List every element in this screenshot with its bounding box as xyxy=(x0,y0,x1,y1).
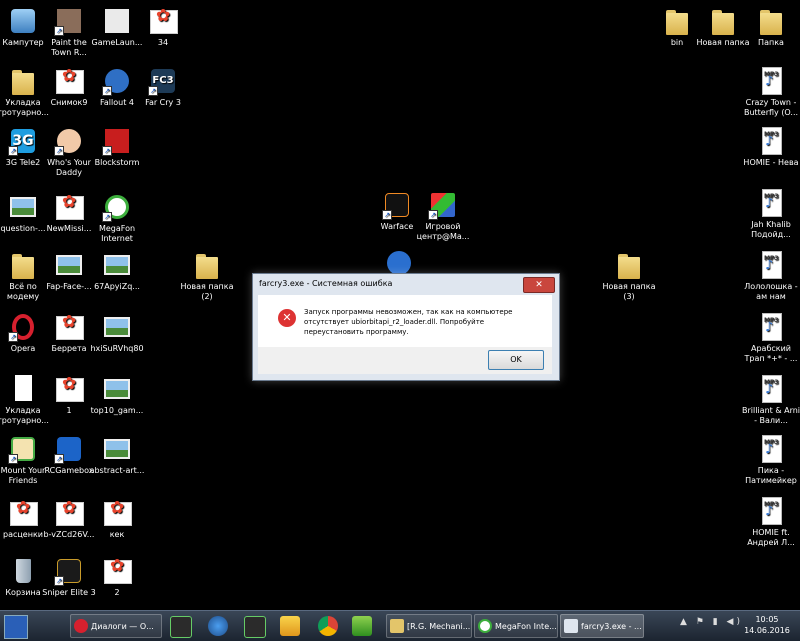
megafon-icon: ↗ xyxy=(102,192,132,222)
close-button[interactable]: ✕ xyxy=(523,277,555,293)
desktop-icon-top10[interactable]: top10_gam... xyxy=(88,374,146,416)
desktop-icon-novaya-papka-2[interactable]: Новая папка (2) xyxy=(178,250,236,302)
recycle-bin-icon xyxy=(8,556,38,586)
desktop-icon-pika[interactable]: MP3 ♪ Пика - Патимейкер xyxy=(742,434,800,486)
folder-icon xyxy=(614,250,644,280)
desktop-icon-34[interactable]: 34 xyxy=(134,6,192,48)
system-tray[interactable]: ▲ ⚑ ▮ ◀) xyxy=(680,617,743,627)
taskbar-task-dialogi[interactable]: Диалоги — О... xyxy=(70,614,162,638)
folder-icon xyxy=(390,619,404,633)
image-file-icon xyxy=(102,374,132,404)
rubiks-cube-icon: ↗ xyxy=(428,190,458,220)
desktop-icon-two[interactable]: 2 xyxy=(88,556,146,598)
far-cry-icon: FC3 ↗ xyxy=(148,66,178,96)
image-file-icon xyxy=(102,556,132,586)
image-file-icon xyxy=(54,250,84,280)
error-icon: ✕ xyxy=(278,309,296,327)
mp3-file-icon: MP3 ♪ xyxy=(756,312,786,342)
paint-the-town-icon: ↗ xyxy=(54,6,84,36)
folder-icon xyxy=(756,6,786,36)
desktop-icon-novaya-papka-3[interactable]: Новая папка (3) xyxy=(600,250,658,302)
desktop-icon-megafon[interactable]: ↗ MegaFon Internet xyxy=(88,192,146,244)
mp3-file-icon: MP3 ♪ xyxy=(756,496,786,526)
folder-icon xyxy=(662,6,692,36)
chrome-icon[interactable] xyxy=(318,616,338,636)
ok-button[interactable]: OK xyxy=(488,350,544,370)
mp3-file-icon: MP3 ♪ xyxy=(756,126,786,156)
error-message: Запуск программы невозможен, так как на … xyxy=(304,308,513,336)
desktop-icon-kek[interactable]: кек xyxy=(88,498,146,540)
warface-icon: ↗ xyxy=(382,190,412,220)
image-file-icon xyxy=(8,498,38,528)
desktop-icon-game-center[interactable]: ↗ Игровой центр@Ма... xyxy=(414,190,472,242)
folder-icon xyxy=(708,6,738,36)
mp3-file-icon: MP3 ♪ xyxy=(756,374,786,404)
taskbar: Диалоги — О... [R.G. Mechani... MegaFon … xyxy=(0,610,800,641)
whos-your-daddy-icon: ↗ xyxy=(54,126,84,156)
desktop-icon-homie-neva[interactable]: MP3 ♪ HOMIE - Нева xyxy=(742,126,800,168)
document-icon xyxy=(8,374,38,404)
image-file-icon xyxy=(54,374,84,404)
fallout-icon: ↗ xyxy=(102,66,132,96)
image-file-icon xyxy=(54,498,84,528)
desktop-icon-apyizq[interactable]: 67ApyiZq... xyxy=(88,250,146,292)
folder-icon xyxy=(8,66,38,96)
image-file-icon xyxy=(54,312,84,342)
globe-icon[interactable] xyxy=(208,616,228,636)
desktop-icon-farcry3[interactable]: FC3 ↗ Far Cry 3 xyxy=(134,66,192,108)
clock[interactable]: 10:05 14.06.2016 xyxy=(738,614,796,636)
media-player-icon[interactable] xyxy=(280,616,300,636)
game-launcher-icon xyxy=(102,6,132,36)
opera-icon xyxy=(74,619,88,633)
desktop-icon-papka[interactable]: Папка xyxy=(742,6,800,48)
image-file-icon xyxy=(102,498,132,528)
desktop-icon-crazy-town[interactable]: MP3 ♪ Crazy Town - Butterfly (O... xyxy=(742,66,800,118)
blockstorm-icon: ↗ xyxy=(102,126,132,156)
taskbar-task-rg-mechanics[interactable]: [R.G. Mechani... xyxy=(386,614,472,638)
error-dialog: farcry3.exe - Системная ошибка ✕ ✕ Запус… xyxy=(252,273,560,381)
computer-icon xyxy=(8,6,38,36)
desktop-icon-lolo[interactable]: MP3 ♪ Лололошка - ам нам xyxy=(742,250,800,302)
desktop-icon-arab-trap[interactable]: MP3 ♪ Арабский Трап *+* - ... xyxy=(742,312,800,364)
close-icon: ✕ xyxy=(535,280,543,290)
monitor-icon[interactable] xyxy=(244,616,266,638)
desktop-icon-abstract-art[interactable]: abstract-art... xyxy=(88,434,146,476)
desktop-icon-hxisurvhq[interactable]: hxiSuRVhq80 xyxy=(88,312,146,354)
image-file-icon xyxy=(102,312,132,342)
tele2-icon: 3G ↗ xyxy=(8,126,38,156)
start-button[interactable] xyxy=(4,615,28,639)
image-file-icon xyxy=(54,192,84,222)
rcgamebox-icon: ↗ xyxy=(54,434,84,464)
clock-time: 10:05 xyxy=(755,615,779,624)
image-file-icon xyxy=(148,6,178,36)
window-icon xyxy=(564,619,578,633)
dialog-title: farcry3.exe - Системная ошибка xyxy=(259,279,393,288)
desktop-icon-homie-andrey[interactable]: MP3 ♪ HOMIE ft. Андрей Л... xyxy=(742,496,800,548)
mp3-file-icon: MP3 ♪ xyxy=(756,434,786,464)
taskbar-task-farcry3[interactable]: farcry3.exe - ... xyxy=(560,614,644,638)
bluestacks-icon[interactable] xyxy=(352,616,372,636)
image-file-icon xyxy=(102,250,132,280)
image-file-icon xyxy=(54,66,84,96)
folder-icon xyxy=(8,250,38,280)
opera-icon: ↗ xyxy=(8,312,38,342)
mp3-file-icon: MP3 ♪ xyxy=(756,250,786,280)
megafon-icon xyxy=(478,619,492,633)
image-file-icon xyxy=(102,434,132,464)
dialog-body: ✕ Запуск программы невозможен, так как н… xyxy=(258,295,552,347)
desktop-icon-jah-khalib[interactable]: MP3 ♪ Jah Khalib Подойд... xyxy=(742,188,800,240)
folder-icon xyxy=(192,250,222,280)
dialog-footer: OK xyxy=(258,347,552,374)
mount-friends-icon: ↗ xyxy=(8,434,38,464)
taskbar-task-megafon[interactable]: MegaFon Inte... xyxy=(474,614,558,638)
sniper-elite-icon: ↗ xyxy=(54,556,84,586)
mp3-file-icon: MP3 ♪ xyxy=(756,188,786,218)
desktop-icon-blockstorm[interactable]: ↗ Blockstorm xyxy=(88,126,146,168)
desktop-icon-brilliant[interactable]: MP3 ♪ Brilliant & Arni - Вали... xyxy=(742,374,800,426)
image-file-icon xyxy=(8,192,38,222)
mp3-file-icon: MP3 ♪ xyxy=(756,66,786,96)
task-manager-icon[interactable] xyxy=(170,616,192,638)
dialog-titlebar[interactable]: farcry3.exe - Системная ошибка ✕ xyxy=(253,274,559,294)
clock-date: 14.06.2016 xyxy=(744,626,790,635)
